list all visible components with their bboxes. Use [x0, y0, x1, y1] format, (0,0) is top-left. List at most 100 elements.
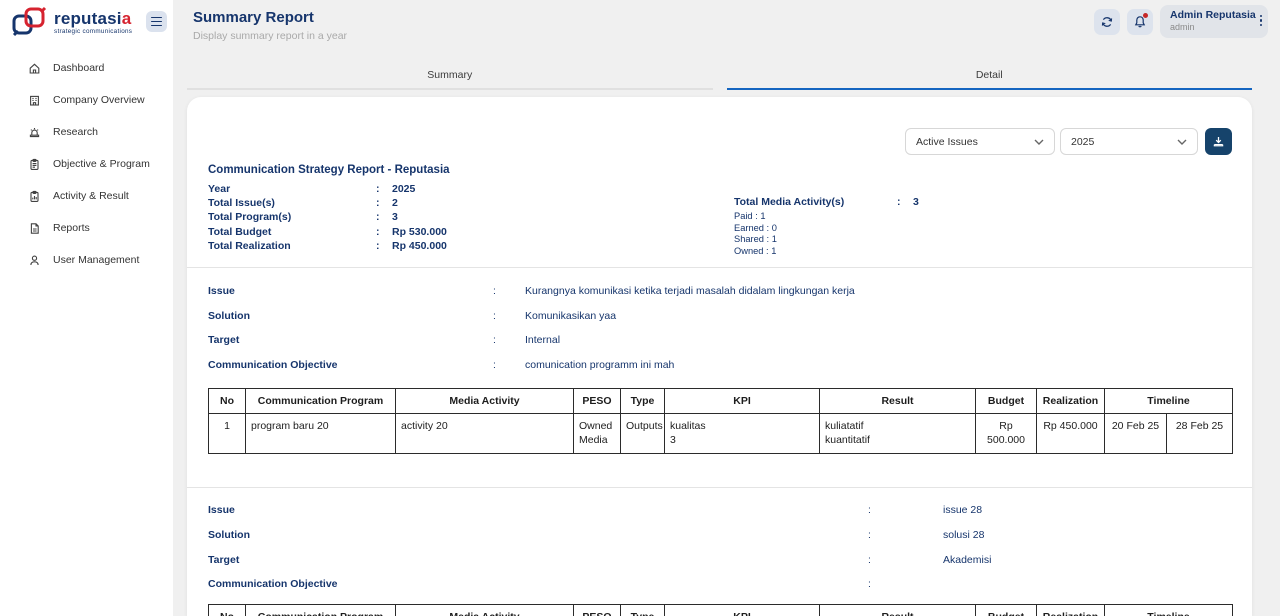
stat-label: Total Program(s): [208, 210, 376, 224]
tab-detail[interactable]: Detail: [727, 60, 1253, 90]
sidebar-toggle-button[interactable]: [146, 11, 167, 32]
cell-timeline-to: 28 Feb 25: [1167, 414, 1233, 454]
brand-tagline: strategic communications: [54, 28, 132, 35]
chevron-down-icon: [1034, 139, 1044, 145]
year-value: 2025: [1071, 136, 1094, 148]
sidebar-item-label: Company Overview: [53, 94, 145, 106]
stat-value: 3: [392, 211, 398, 223]
siren-icon: [28, 126, 41, 139]
brand-name: reputasia: [54, 10, 132, 27]
clipboard-icon: [28, 158, 41, 171]
brand-name-accent: a: [122, 9, 132, 28]
col-type: Type: [621, 389, 665, 414]
col-kpi: KPI: [665, 389, 820, 414]
page-title: Summary Report: [193, 9, 314, 26]
field-label: Communication Objective: [208, 359, 493, 371]
media-breakdown: Paid : 1 Earned : 0 Shared : 1 Owned : 1: [734, 211, 919, 258]
media-breakdown-shared: Shared : 1: [734, 234, 919, 246]
media-breakdown-owned: Owned : 1: [734, 246, 919, 258]
user-name: Admin Reputasia: [1170, 9, 1252, 22]
media-breakdown-earned: Earned : 0: [734, 223, 919, 235]
table-row: 1 program baru 20 activity 20 OwnedMedia…: [209, 414, 1233, 454]
field-label: Communication Objective: [208, 578, 868, 590]
col-result: Result: [820, 389, 976, 414]
sidebar-item-label: Dashboard: [53, 62, 104, 74]
field-value: Internal: [525, 334, 560, 346]
sidebar-item-activity-result[interactable]: Activity & Result: [0, 180, 173, 212]
media-total-label: Total Media Activity(s): [734, 196, 897, 208]
cell-result: kuliatatifkuantitatif: [820, 414, 976, 454]
sidebar-item-dashboard[interactable]: Dashboard: [0, 52, 173, 84]
col-no: No: [209, 389, 246, 414]
sidebar-item-objective-program[interactable]: Objective & Program: [0, 148, 173, 180]
user-role: admin: [1170, 22, 1252, 33]
building-icon: [28, 94, 41, 107]
col-media-activity: Media Activity: [396, 605, 574, 616]
document-icon: [28, 222, 41, 235]
stat-label: Total Budget: [208, 225, 376, 239]
divider: [187, 267, 1252, 268]
cell-timeline-from: 20 Feb 25: [1105, 414, 1167, 454]
media-total-row: Total Media Activity(s):3: [734, 196, 919, 208]
stat-row: Total Issue(s):2: [208, 196, 447, 210]
col-communication-program: Communication Program: [246, 605, 396, 616]
sidebar-item-reports[interactable]: Reports: [0, 212, 173, 244]
brand-logo[interactable]: reputasia strategic communications: [10, 4, 132, 40]
issue-field-row: Solution:Komunikasikan yaa: [208, 310, 616, 322]
issues-filter-select[interactable]: Active Issues: [905, 128, 1055, 155]
sidebar-item-label: Reports: [53, 222, 90, 234]
sidebar-item-user-management[interactable]: User Management: [0, 244, 173, 276]
sidebar-item-label: Activity & Result: [53, 190, 129, 202]
col-budget: Budget: [976, 389, 1037, 414]
sidebar-item-company-overview[interactable]: Company Overview: [0, 84, 173, 116]
cell-no: 1: [209, 414, 246, 454]
field-label: Issue: [208, 504, 868, 516]
stat-row: Total Realization:Rp 450.000: [208, 239, 447, 253]
col-kpi: KPI: [665, 605, 820, 616]
col-realization: Realization: [1037, 389, 1105, 414]
download-icon: [1212, 135, 1225, 148]
user-menu[interactable]: Admin Reputasia admin: [1160, 5, 1268, 38]
brand-logo-text: reputasia strategic communications: [54, 10, 132, 35]
program-table-2: No Communication Program Media Activity …: [208, 604, 1233, 616]
media-breakdown-paid: Paid : 1: [734, 211, 919, 223]
cell-realization: Rp 450.000: [1037, 414, 1105, 454]
sidebar-nav: Dashboard Company Overview Research Obje…: [0, 52, 173, 276]
col-budget: Budget: [976, 605, 1037, 616]
report-summary-stats: Year:2025 Total Issue(s):2 Total Program…: [208, 182, 447, 253]
refresh-button[interactable]: [1094, 9, 1120, 35]
stat-row: Year:2025: [208, 182, 447, 196]
notifications-button[interactable]: [1127, 9, 1153, 35]
media-activity-stats: Total Media Activity(s):3 Paid : 1 Earne…: [734, 196, 919, 258]
sidebar-item-label: User Management: [53, 254, 139, 266]
issues-filter-value: Active Issues: [916, 136, 978, 148]
col-type: Type: [621, 605, 665, 616]
cell-program: program baru 20: [246, 414, 396, 454]
field-label: Target: [208, 334, 493, 346]
col-communication-program: Communication Program: [246, 389, 396, 414]
field-value: comunication programm ini mah: [525, 359, 674, 371]
download-button[interactable]: [1205, 128, 1232, 155]
year-select[interactable]: 2025: [1060, 128, 1198, 155]
cell-activity: activity 20: [396, 414, 574, 454]
col-realization: Realization: [1037, 605, 1105, 616]
report-title: Communication Strategy Report - Reputasi…: [208, 164, 450, 176]
cell-kpi: kualitas3: [665, 414, 820, 454]
tab-summary[interactable]: Summary: [187, 60, 713, 90]
col-peso: PESO: [574, 389, 621, 414]
page-subtitle: Display summary report in a year: [193, 30, 347, 42]
col-peso: PESO: [574, 605, 621, 616]
refresh-icon: [1100, 15, 1114, 29]
issue-field-row: Target:Internal: [208, 334, 560, 346]
person-icon: [28, 254, 41, 267]
brand-logo-icon: [10, 4, 50, 40]
field-label: Issue: [208, 285, 493, 297]
notification-badge: [1143, 13, 1148, 18]
report-tabs: Summary Detail: [187, 60, 1252, 90]
stat-value: 2025: [392, 183, 415, 195]
cell-type: Outputs: [621, 414, 665, 454]
sidebar-item-research[interactable]: Research: [0, 116, 173, 148]
kebab-menu-icon[interactable]: [1260, 15, 1262, 26]
issue-field-row: Issue:issue 28: [208, 504, 982, 516]
sidebar-item-label: Objective & Program: [53, 158, 150, 170]
